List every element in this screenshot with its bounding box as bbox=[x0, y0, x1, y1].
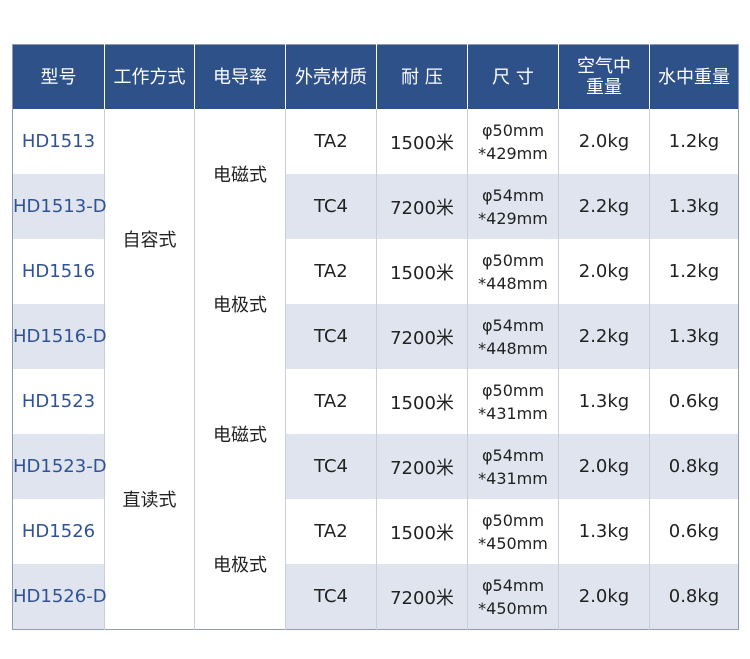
size-cell: φ50mm *431mm bbox=[467, 369, 559, 434]
size-diameter: φ50mm bbox=[481, 380, 545, 400]
air-weight-cell: 2.0kg bbox=[558, 109, 650, 174]
air-weight-cell: 2.0kg bbox=[558, 564, 650, 630]
shell-material-cell: TA2 bbox=[285, 499, 377, 564]
model-cell: HD1516-D bbox=[12, 304, 107, 369]
header-model: 型号 bbox=[12, 44, 105, 109]
size-diameter: φ54mm bbox=[481, 315, 545, 335]
size-length: *429mm bbox=[478, 143, 548, 163]
size-cell: φ50mm *448mm bbox=[467, 239, 559, 304]
water-weight-cell: 0.6kg bbox=[649, 499, 739, 564]
size-length: *450mm bbox=[478, 533, 548, 553]
pressure-cell: 1500米 bbox=[376, 499, 468, 564]
size-length: *431mm bbox=[478, 468, 548, 488]
size-length: *448mm bbox=[478, 273, 548, 293]
shell-material-cell: TA2 bbox=[285, 239, 377, 304]
header-working-mode: 工作方式 bbox=[104, 44, 195, 109]
pressure-cell: 1500米 bbox=[376, 109, 468, 174]
header-air-weight-line1: 空气中 bbox=[577, 56, 631, 77]
size-diameter: φ50mm bbox=[481, 510, 545, 530]
water-weight-cell: 0.8kg bbox=[649, 434, 739, 499]
size-diameter: φ50mm bbox=[481, 250, 545, 270]
model-cell: HD1526-D bbox=[12, 564, 107, 630]
size-length: *429mm bbox=[478, 208, 548, 228]
conductivity-cell: 电极式 bbox=[194, 239, 286, 369]
size-length: *450mm bbox=[478, 598, 548, 618]
shell-material-cell: TC4 bbox=[285, 564, 377, 630]
table-body: HD1513 自容式 电磁式 TA2 1500米 φ50mm *429mm 2.0kg 1.2k… bbox=[12, 109, 739, 630]
size-diameter: φ54mm bbox=[481, 445, 545, 465]
air-weight-cell: 1.3kg bbox=[558, 499, 650, 564]
water-weight-cell: 0.6kg bbox=[649, 369, 739, 434]
air-weight-cell: 1.3kg bbox=[558, 369, 650, 434]
pressure-cell: 7200米 bbox=[376, 434, 468, 499]
size-cell: φ50mm *450mm bbox=[467, 499, 559, 564]
size-diameter: φ54mm bbox=[481, 185, 545, 205]
air-weight-cell: 2.0kg bbox=[558, 239, 650, 304]
shell-material-cell: TA2 bbox=[285, 369, 377, 434]
size-cell: φ54mm *448mm bbox=[467, 304, 559, 369]
water-weight-cell: 1.2kg bbox=[649, 239, 739, 304]
size-cell: φ50mm *429mm bbox=[467, 109, 559, 174]
air-weight-cell: 2.0kg bbox=[558, 434, 650, 499]
air-weight-cell: 2.2kg bbox=[558, 304, 650, 369]
header-shell-material: 外壳材质 bbox=[285, 44, 377, 109]
pressure-cell: 7200米 bbox=[376, 564, 468, 630]
working-mode-cell: 直读式 bbox=[104, 369, 195, 630]
size-length: *448mm bbox=[478, 338, 548, 358]
water-weight-cell: 1.3kg bbox=[649, 304, 739, 369]
shell-material-cell: TC4 bbox=[285, 434, 377, 499]
header-conductivity: 电导率 bbox=[194, 44, 286, 109]
size-length: *431mm bbox=[478, 403, 548, 423]
working-mode-cell: 自容式 bbox=[104, 109, 195, 369]
model-cell: HD1523 bbox=[12, 369, 105, 434]
table-row: HD1523 直读式 电磁式 TA2 1500米 φ50mm *431mm 1.3kg 0.6k… bbox=[12, 369, 739, 630]
model-cell: HD1523-D bbox=[12, 434, 107, 499]
shell-material-cell: TC4 bbox=[285, 174, 377, 239]
shell-material-cell: TC4 bbox=[285, 304, 377, 369]
size-cell: φ54mm *429mm bbox=[467, 174, 559, 239]
header-air-weight-line2: 重量 bbox=[586, 77, 622, 98]
header-air-weight: 空气中 重量 bbox=[558, 44, 650, 109]
header-water-weight: 水中重量 bbox=[649, 44, 739, 109]
size-cell: φ54mm *431mm bbox=[467, 434, 559, 499]
model-cell: HD1516 bbox=[12, 239, 105, 304]
model-cell: HD1526 bbox=[12, 499, 105, 564]
water-weight-cell: 1.2kg bbox=[649, 109, 739, 174]
size-cell: φ54mm *450mm bbox=[467, 564, 559, 630]
model-cell: HD1513 bbox=[12, 109, 105, 174]
spec-table: 型号 工作方式 电导率 外壳材质 耐 压 尺 寸 空气中 重量 水中重量 HD1… bbox=[12, 44, 739, 630]
pressure-cell: 7200米 bbox=[376, 174, 468, 239]
water-weight-cell: 0.8kg bbox=[649, 564, 739, 630]
pressure-cell: 1500米 bbox=[376, 239, 468, 304]
conductivity-cell: 电磁式 bbox=[194, 369, 286, 499]
table-row: HD1513 自容式 电磁式 TA2 1500米 φ50mm *429mm 2.0kg 1.2k… bbox=[12, 109, 739, 369]
air-weight-cell: 2.2kg bbox=[558, 174, 650, 239]
pressure-cell: 1500米 bbox=[376, 369, 468, 434]
header-row: 型号 工作方式 电导率 外壳材质 耐 压 尺 寸 空气中 重量 水中重量 bbox=[12, 44, 739, 109]
pressure-cell: 7200米 bbox=[376, 304, 468, 369]
shell-material-cell: TA2 bbox=[285, 109, 377, 174]
model-cell: HD1513-D bbox=[12, 174, 107, 239]
conductivity-cell: 电极式 bbox=[194, 499, 286, 630]
header-size: 尺 寸 bbox=[467, 44, 559, 109]
size-diameter: φ50mm bbox=[481, 120, 545, 140]
conductivity-cell: 电磁式 bbox=[194, 109, 286, 239]
header-pressure: 耐 压 bbox=[376, 44, 468, 109]
water-weight-cell: 1.3kg bbox=[649, 174, 739, 239]
size-diameter: φ54mm bbox=[481, 575, 545, 595]
